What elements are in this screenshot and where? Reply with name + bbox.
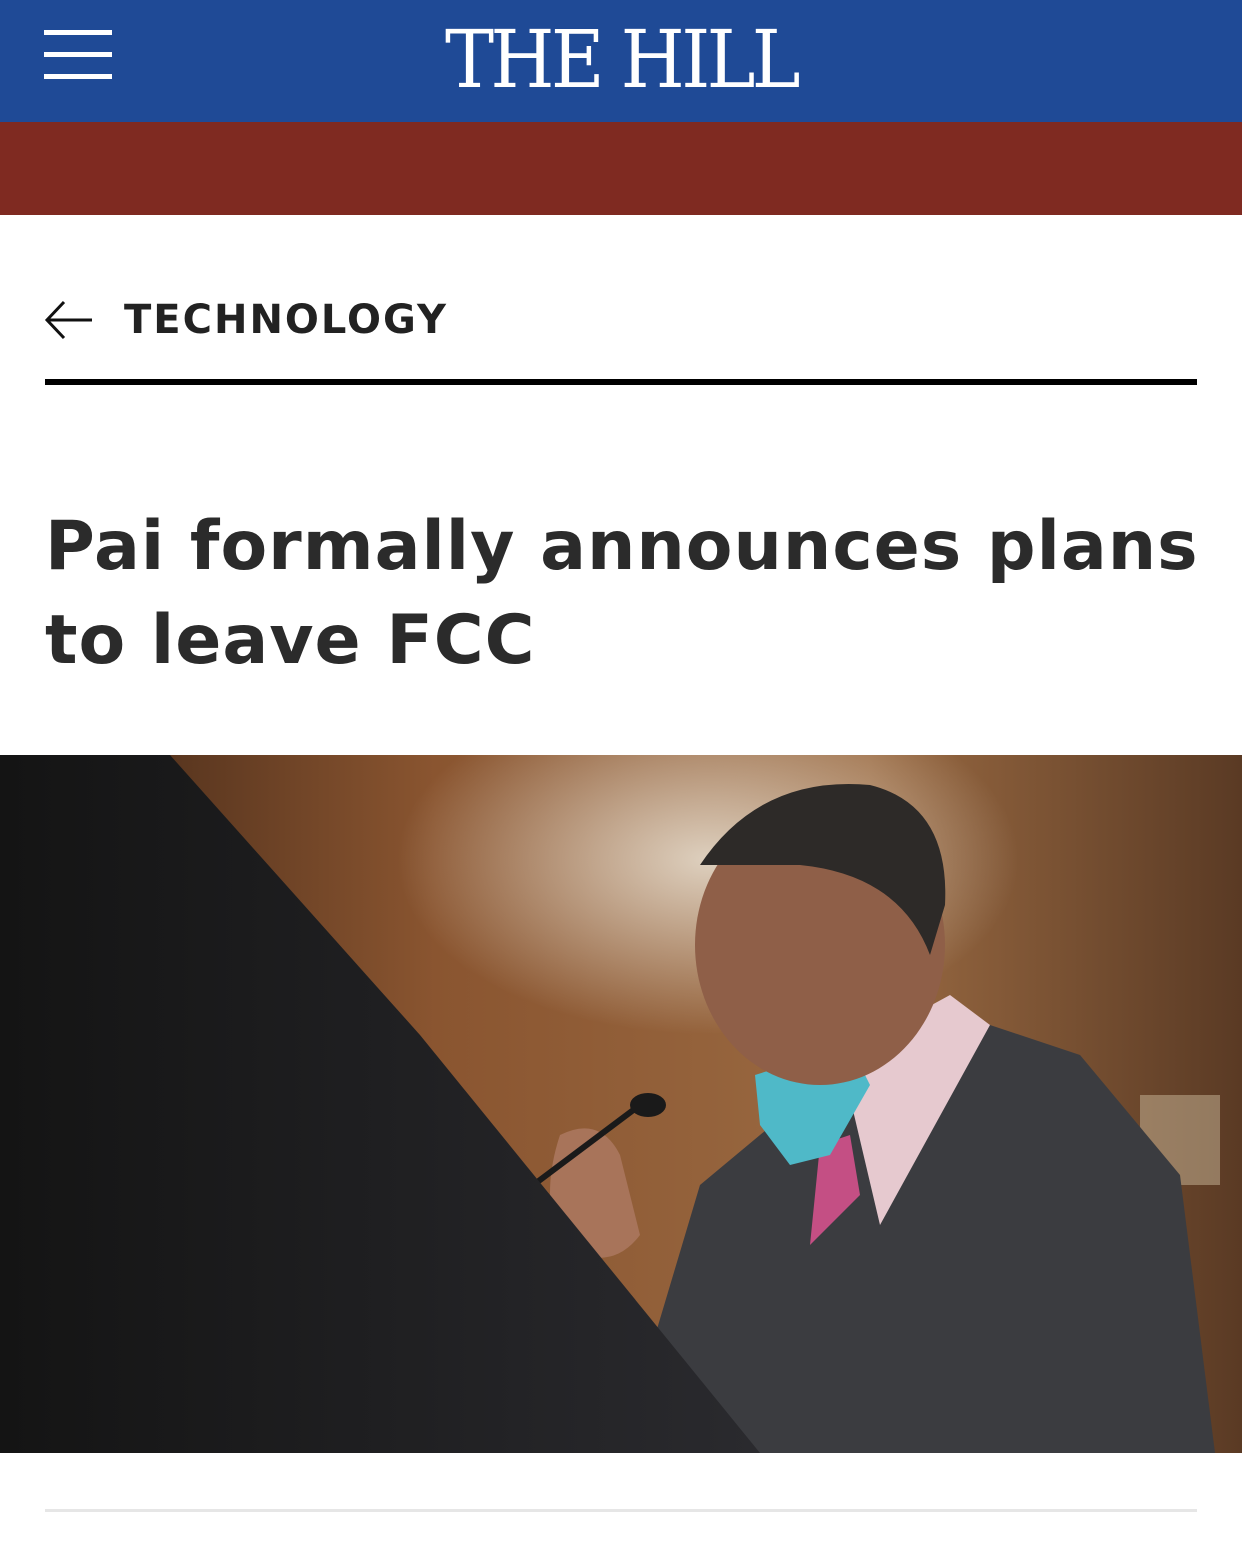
page: THE HILL TECHNOLOGY Pai formally announc… — [0, 0, 1242, 1543]
section-label: TECHNOLOGY — [124, 297, 448, 343]
site-logo[interactable]: THE HILL — [50, 12, 1193, 108]
section-back-link[interactable]: TECHNOLOGY — [44, 290, 448, 350]
hero-photo — [0, 755, 1242, 1453]
content-divider — [45, 1509, 1197, 1512]
secondary-banner-bar — [0, 122, 1242, 215]
section-divider — [45, 379, 1197, 385]
article-headline: Pai formally announces plans to leave FC… — [45, 507, 1199, 680]
arrow-left-icon — [44, 300, 92, 340]
top-navigation-bar: THE HILL — [0, 0, 1242, 122]
